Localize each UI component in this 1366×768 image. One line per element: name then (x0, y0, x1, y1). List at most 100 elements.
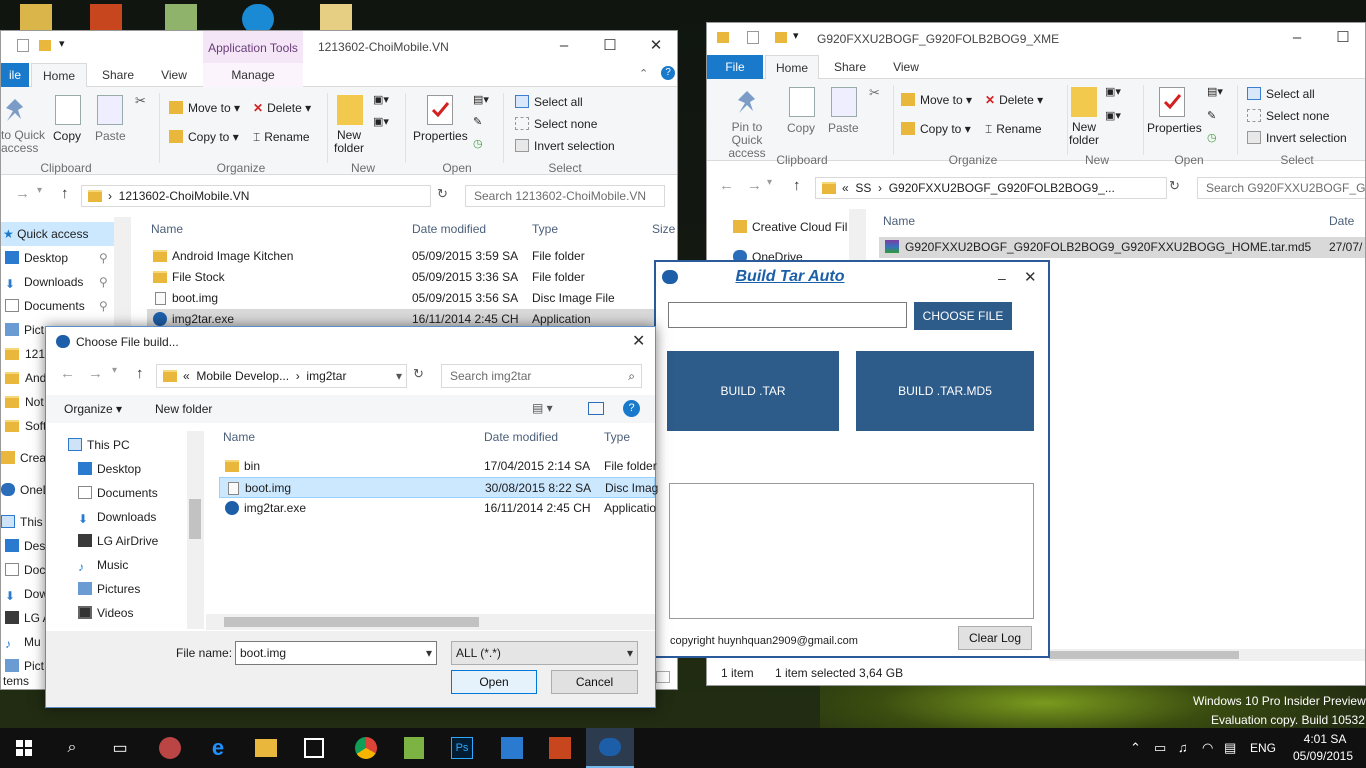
nav-item-folder[interactable]: 121 (5, 342, 45, 366)
properties-button[interactable]: Properties (1147, 121, 1202, 135)
nav-item-downloads[interactable]: ⬇ Downloads (78, 505, 156, 529)
column-header-date[interactable]: Date modified (484, 425, 558, 449)
language-indicator[interactable]: ENG (1250, 741, 1276, 755)
open-button[interactable]: Open (451, 670, 537, 694)
cut-icon[interactable]: ✂ (869, 85, 880, 101)
cut-icon[interactable]: ✂ (135, 93, 146, 109)
back-arrow-icon[interactable]: ← (719, 177, 734, 194)
copy-to-button[interactable]: Copy to ▾ (169, 130, 239, 144)
file-type-select[interactable]: ALL (*.*) ▾ (451, 641, 638, 665)
nav-item-music[interactable]: ♪ Mu (5, 630, 41, 654)
move-to-button[interactable]: Move to ▾ (901, 93, 972, 107)
tab-home[interactable]: Home (31, 63, 87, 87)
nav-item-music[interactable]: ♪ Music (78, 553, 128, 577)
up-arrow-icon[interactable]: ↑ (793, 177, 801, 194)
copy-button[interactable]: Copy (787, 121, 815, 135)
rename-button[interactable]: ⌶ Rename (985, 122, 1042, 137)
tab-view[interactable]: View (881, 55, 931, 79)
column-header-size[interactable]: Size (652, 217, 675, 241)
organize-button[interactable]: Organize ▾ (64, 402, 122, 416)
forward-arrow-icon[interactable]: → (747, 177, 762, 194)
scrollbar-thumb[interactable] (189, 499, 201, 539)
easy-access-icon[interactable]: ▣▾ (373, 115, 389, 128)
file-row[interactable]: boot.img 05/09/2015 3:56 SA Disc Image F… (147, 288, 677, 309)
column-header-type[interactable]: Type (532, 217, 558, 241)
search-input[interactable]: Search 1213602-ChoiMobile.VN (465, 185, 665, 207)
nav-item-this-pc[interactable]: This I (1, 510, 49, 534)
collapse-ribbon-icon[interactable]: ⌃ (639, 67, 648, 80)
nav-scrollbar[interactable] (187, 431, 204, 629)
chevron-down-icon[interactable]: ▾ (396, 365, 402, 387)
history-icon[interactable]: ◷ (1207, 131, 1217, 144)
new-folder-button[interactable]: New folder (155, 402, 212, 416)
cancel-button[interactable]: Cancel (551, 670, 638, 694)
invert-selection-button[interactable]: Invert selection (515, 139, 615, 153)
history-icon[interactable]: ◷ (473, 137, 483, 150)
horizontal-scrollbar[interactable] (1049, 649, 1365, 661)
open-icon[interactable]: ▤▾ (1207, 85, 1223, 98)
breadcrumb-part[interactable]: Mobile Develop... (196, 369, 289, 383)
forward-arrow-icon[interactable]: → (88, 365, 103, 382)
clock-time[interactable]: 4:01 SA (1296, 732, 1354, 746)
properties-qat-icon[interactable] (17, 39, 29, 52)
nav-item-desktop[interactable]: Desktop ⚲ (5, 246, 108, 270)
properties-qat-icon[interactable] (747, 31, 759, 44)
easy-access-icon[interactable]: ▣▾ (1105, 109, 1121, 122)
volume-icon[interactable]: ♫ (1178, 740, 1188, 755)
nav-item-creative-cloud[interactable]: Creative Cloud Fil (733, 215, 847, 239)
recent-dropdown-icon[interactable]: ▾ (112, 365, 117, 376)
breadcrumb-part[interactable]: SS (855, 181, 871, 195)
nav-item-folder[interactable]: Soft (5, 414, 46, 438)
column-header-name[interactable]: Name (223, 425, 255, 449)
refresh-icon[interactable]: ↻ (1169, 178, 1180, 194)
nav-item-documents[interactable]: Doc (5, 558, 45, 582)
photoshop-icon[interactable]: Ps (438, 728, 486, 768)
select-none-button[interactable]: Select none (1247, 109, 1329, 123)
rename-button[interactable]: ⌶ Rename (253, 130, 310, 145)
preview-pane-icon[interactable] (588, 402, 604, 415)
new-folder-button[interactable]: New folder (334, 129, 364, 155)
task-view-icon[interactable]: ▭ (96, 728, 144, 768)
edge-icon[interactable]: e (194, 728, 242, 768)
nav-item-downloads[interactable]: ⬇ Downloads ⚲ (5, 270, 108, 294)
view-options-icon[interactable]: ▤ ▾ (532, 401, 553, 415)
move-to-button[interactable]: Move to ▾ (169, 101, 240, 115)
file-row[interactable]: G920FXXU2BOGF_G920FOLB2BOG9_G920FXXU2BOG… (879, 237, 1365, 258)
nav-item-folder[interactable]: And (5, 366, 46, 390)
notification-icon[interactable]: ▤ (1224, 740, 1236, 756)
show-hidden-icons[interactable]: ⌃ (1130, 740, 1141, 756)
edit-icon[interactable]: ✎ (473, 115, 482, 128)
invert-selection-button[interactable]: Invert selection (1247, 131, 1347, 145)
chrome-icon[interactable] (342, 728, 390, 768)
file-name-input[interactable]: boot.img ▾ (235, 641, 437, 665)
file-path-input[interactable] (668, 302, 907, 328)
tab-file[interactable]: File (707, 55, 763, 79)
close-button[interactable]: ✕ (632, 331, 645, 351)
new-folder-button[interactable]: New folder (1069, 121, 1099, 147)
back-arrow-icon[interactable]: ← (60, 365, 75, 382)
select-none-button[interactable]: Select none (515, 117, 597, 131)
delete-button[interactable]: ✕ Delete ▾ (253, 101, 311, 115)
network-icon[interactable]: ◠ (1202, 740, 1213, 756)
scrollbar-thumb[interactable] (224, 617, 479, 627)
store-icon[interactable] (290, 728, 338, 768)
copy-button[interactable]: Copy (53, 129, 81, 143)
search-input[interactable]: Search img2tar ⌕ (441, 364, 642, 388)
new-item-icon[interactable]: ▣▾ (373, 93, 389, 106)
nav-item-pictures[interactable]: Pictures (78, 577, 140, 601)
minimize-button[interactable]: – (1274, 23, 1320, 53)
address-bar[interactable]: › 1213602-ChoiMobile.VN (81, 185, 431, 207)
maximize-button[interactable]: ☐ (587, 31, 633, 61)
file-row[interactable]: File Stock 05/09/2015 3:36 SA File folde… (147, 267, 677, 288)
nav-item-downloads[interactable]: ⬇ Dow (5, 582, 48, 606)
qat-dropdown-icon[interactable]: ▾ (59, 37, 65, 50)
start-button[interactable] (0, 728, 48, 768)
nav-item-quick-access[interactable]: ★ Quick access (1, 222, 119, 246)
tab-share[interactable]: Share (93, 63, 143, 87)
nav-item-documents[interactable]: Documents (78, 481, 158, 505)
forward-arrow-icon[interactable]: → (15, 185, 30, 202)
paste-button[interactable]: Paste (95, 129, 126, 143)
column-header-type[interactable]: Type (604, 425, 630, 449)
properties-button[interactable]: Properties (413, 129, 468, 143)
tab-manage[interactable]: Manage (203, 63, 303, 87)
